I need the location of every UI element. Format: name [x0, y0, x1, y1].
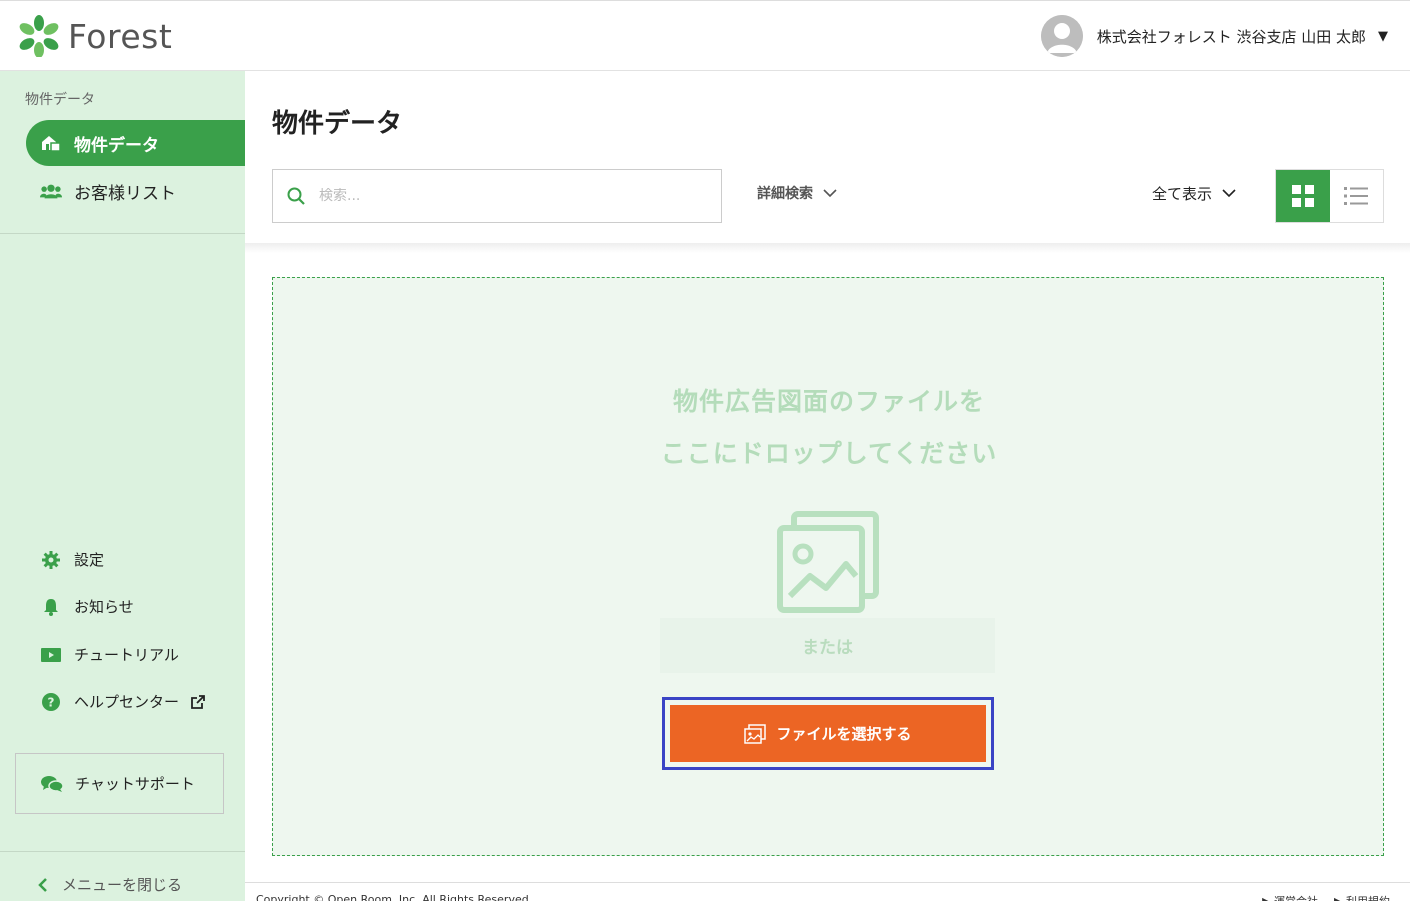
sidebar-item-label: お客様リスト	[74, 183, 176, 204]
copyright-text: Copyright © Open Room, Inc. All Rights R…	[256, 893, 533, 901]
svg-text:?: ?	[48, 695, 55, 709]
toolbar-shadow	[245, 243, 1410, 253]
footer-links: ▶ 運営会社 ▶ 利用規約	[1262, 893, 1390, 901]
display-filter-dropdown[interactable]: 全て表示	[1152, 183, 1236, 204]
sidebar-item-notifications[interactable]: お知らせ	[40, 596, 134, 617]
logo-text: Forest	[68, 16, 173, 56]
close-menu-button[interactable]: メニューを閉じる	[38, 874, 182, 895]
dropzone-text-line1: 物件広告図面のファイルを	[672, 387, 985, 416]
sidebar-divider	[0, 233, 245, 234]
grid-view-button[interactable]	[1276, 170, 1330, 222]
close-menu-label: メニューを閉じる	[62, 876, 183, 894]
app-header: Forest 株式会社フォレスト 渋谷支店 山田 太郎 ▼	[0, 0, 1410, 71]
or-label: または	[802, 638, 853, 658]
user-name: 株式会社フォレスト 渋谷支店 山田 太郎	[1096, 27, 1366, 46]
page-title: 物件データ	[272, 109, 403, 139]
sidebar-item-settings[interactable]: 設定	[40, 549, 104, 570]
display-filter-label: 全て表示	[1152, 185, 1213, 203]
chat-support-button[interactable]: チャットサポート	[15, 753, 224, 814]
forest-logo[interactable]: Forest	[18, 15, 172, 57]
image-file-icon	[744, 723, 767, 744]
footer: Copyright © Open Room, Inc. All Rights R…	[245, 882, 1410, 901]
view-toggle	[1275, 169, 1384, 223]
house-icon	[40, 133, 62, 153]
sidebar-item-label: ヘルプセンター	[74, 693, 180, 711]
advanced-search-toggle[interactable]: 詳細検索	[757, 183, 837, 203]
sidebar-section-label: 物件データ	[25, 92, 95, 108]
video-icon	[40, 647, 62, 663]
user-menu[interactable]: 株式会社フォレスト 渋谷支店 山田 太郎 ▼	[1040, 15, 1388, 57]
image-files-icon	[776, 510, 882, 618]
list-view-button[interactable]	[1330, 170, 1384, 222]
chevron-left-icon	[38, 877, 48, 893]
sidebar-divider	[0, 851, 245, 852]
search-input[interactable]	[319, 188, 699, 204]
chat-support-label: チャットサポート	[75, 775, 195, 793]
select-file-button[interactable]: ファイルを選択する	[670, 705, 986, 762]
grid-icon	[1291, 185, 1314, 207]
sidebar: 物件データ 物件データ お客様リスト 設定 お知らせ チュートリアル ? ヘルプ…	[0, 71, 245, 901]
bell-icon	[40, 598, 62, 616]
sidebar-item-label: お知らせ	[74, 598, 134, 616]
sidebar-item-help-center[interactable]: ? ヘルプセンター	[40, 691, 205, 712]
search-box[interactable]	[272, 169, 722, 223]
users-icon	[40, 183, 62, 199]
help-icon: ?	[40, 692, 62, 711]
sidebar-item-tutorial[interactable]: チュートリアル	[40, 644, 179, 665]
sidebar-item-property-data[interactable]: 物件データ	[26, 120, 245, 166]
list-icon	[1344, 186, 1369, 206]
search-icon	[287, 187, 305, 205]
external-link-icon	[191, 694, 205, 709]
chat-icon	[41, 775, 63, 793]
select-file-focus-frame: ファイルを選択する	[662, 697, 994, 770]
chevron-down-icon	[823, 188, 837, 198]
chevron-down-icon	[1222, 189, 1236, 198]
dropzone-text-line2: ここにドロップしてください	[660, 439, 998, 468]
sidebar-item-label: 物件データ	[74, 135, 159, 156]
file-dropzone[interactable]: 物件広告図面のファイルを ここにドロップしてください または ファイルを選択する	[272, 277, 1384, 856]
footer-link-terms[interactable]: ▶ 利用規約	[1334, 893, 1390, 901]
user-avatar-icon	[1040, 15, 1083, 57]
leaf-logo-icon	[19, 15, 59, 57]
select-file-label: ファイルを選択する	[776, 725, 912, 743]
sidebar-item-label: 設定	[74, 551, 105, 569]
main-content: 物件データ 詳細検索 全て表示 物件広告図面のファイルを	[245, 71, 1410, 901]
gear-icon	[40, 550, 62, 569]
footer-link-company[interactable]: ▶ 運営会社	[1262, 893, 1318, 901]
caret-down-icon[interactable]: ▼	[1378, 29, 1388, 44]
advanced-search-label: 詳細検索	[757, 186, 813, 202]
sidebar-item-label: チュートリアル	[74, 646, 179, 664]
or-divider: または	[660, 618, 995, 673]
sidebar-item-customer-list[interactable]: お客様リスト	[26, 168, 245, 214]
